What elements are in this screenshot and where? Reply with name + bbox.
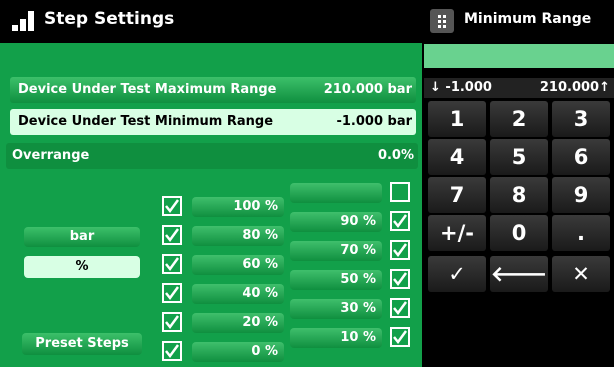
key-1[interactable]: 1 <box>428 101 486 137</box>
key-9[interactable]: 9 <box>552 177 610 213</box>
key-plus-minus[interactable]: +/- <box>428 215 486 251</box>
steps-icon <box>12 11 34 31</box>
max-range-value: 210.000 bar <box>323 82 412 97</box>
step-checkbox-left[interactable] <box>162 312 182 332</box>
key-2[interactable]: 2 <box>490 101 548 137</box>
step-checkbox-right[interactable] <box>390 298 410 318</box>
ok-button[interactable]: ✓ <box>428 256 486 292</box>
step-checkbox-left[interactable] <box>162 341 182 361</box>
step-value-right[interactable]: 70 % <box>290 241 382 261</box>
page-title: Step Settings <box>44 9 175 29</box>
key-0[interactable]: 0 <box>490 215 548 251</box>
step-value-right[interactable]: 50 % <box>290 270 382 290</box>
range-bar: ↓ -1.000 210.000↑ <box>424 78 614 98</box>
step-checkbox-left[interactable] <box>162 196 182 216</box>
range-max: 210.000↑ <box>539 80 610 95</box>
backspace-button[interactable]: 🡐 <box>490 256 548 292</box>
step-settings-panel: Device Under Test Maximum Range 210.000 … <box>0 43 422 367</box>
key-6[interactable]: 6 <box>552 139 610 175</box>
step-value-right[interactable]: 30 % <box>290 299 382 319</box>
min-range-value: -1.000 bar <box>336 114 412 129</box>
key-3[interactable]: 3 <box>552 101 610 137</box>
step-value-right[interactable] <box>290 183 382 203</box>
key-8[interactable]: 8 <box>490 177 548 213</box>
cancel-button[interactable]: ✕ <box>552 256 610 292</box>
keypad-title: Minimum Range <box>464 11 592 27</box>
step-value-right[interactable]: 10 % <box>290 328 382 348</box>
key-7[interactable]: 7 <box>428 177 486 213</box>
step-value-left[interactable]: 0 % <box>192 342 284 362</box>
step-value-left[interactable]: 80 % <box>192 226 284 246</box>
overrange-value: 0.0% <box>377 148 414 163</box>
step-value-left[interactable]: 40 % <box>192 284 284 304</box>
step-checkbox-right[interactable] <box>390 240 410 260</box>
step-value-left[interactable]: 20 % <box>192 313 284 333</box>
step-checkbox-left[interactable] <box>162 254 182 274</box>
step-value-left[interactable]: 60 % <box>192 255 284 275</box>
step-value-left[interactable]: 100 % <box>192 197 284 217</box>
key-4[interactable]: 4 <box>428 139 486 175</box>
max-range-row[interactable]: Device Under Test Maximum Range 210.000 … <box>10 77 416 103</box>
overrange-label: Overrange <box>12 148 90 163</box>
keypad-icon <box>430 9 454 33</box>
value-entry-field[interactable] <box>424 44 614 68</box>
step-checkbox-right[interactable] <box>390 327 410 347</box>
max-range-label: Device Under Test Maximum Range <box>18 82 277 97</box>
overrange-row[interactable]: Overrange 0.0% <box>6 143 418 169</box>
step-value-right[interactable]: 90 % <box>290 212 382 232</box>
key-decimal[interactable]: . <box>552 215 610 251</box>
min-range-label: Device Under Test Minimum Range <box>18 114 274 129</box>
key-5[interactable]: 5 <box>490 139 548 175</box>
unit-percent-button[interactable]: % <box>24 256 140 278</box>
step-checkbox-left[interactable] <box>162 283 182 303</box>
step-checkbox-right[interactable] <box>390 269 410 289</box>
left-header: Step Settings <box>0 0 422 40</box>
panel-top-bar <box>0 43 422 73</box>
range-min: ↓ -1.000 <box>430 80 492 95</box>
step-checkbox-right[interactable] <box>390 211 410 231</box>
keypad-header: Minimum Range <box>424 0 614 40</box>
step-checkbox-right[interactable] <box>390 182 410 202</box>
unit-bar-button[interactable]: bar <box>24 227 140 247</box>
preset-steps-button[interactable]: Preset Steps <box>22 333 142 355</box>
min-range-row[interactable]: Device Under Test Minimum Range -1.000 b… <box>10 109 416 135</box>
step-checkbox-left[interactable] <box>162 225 182 245</box>
